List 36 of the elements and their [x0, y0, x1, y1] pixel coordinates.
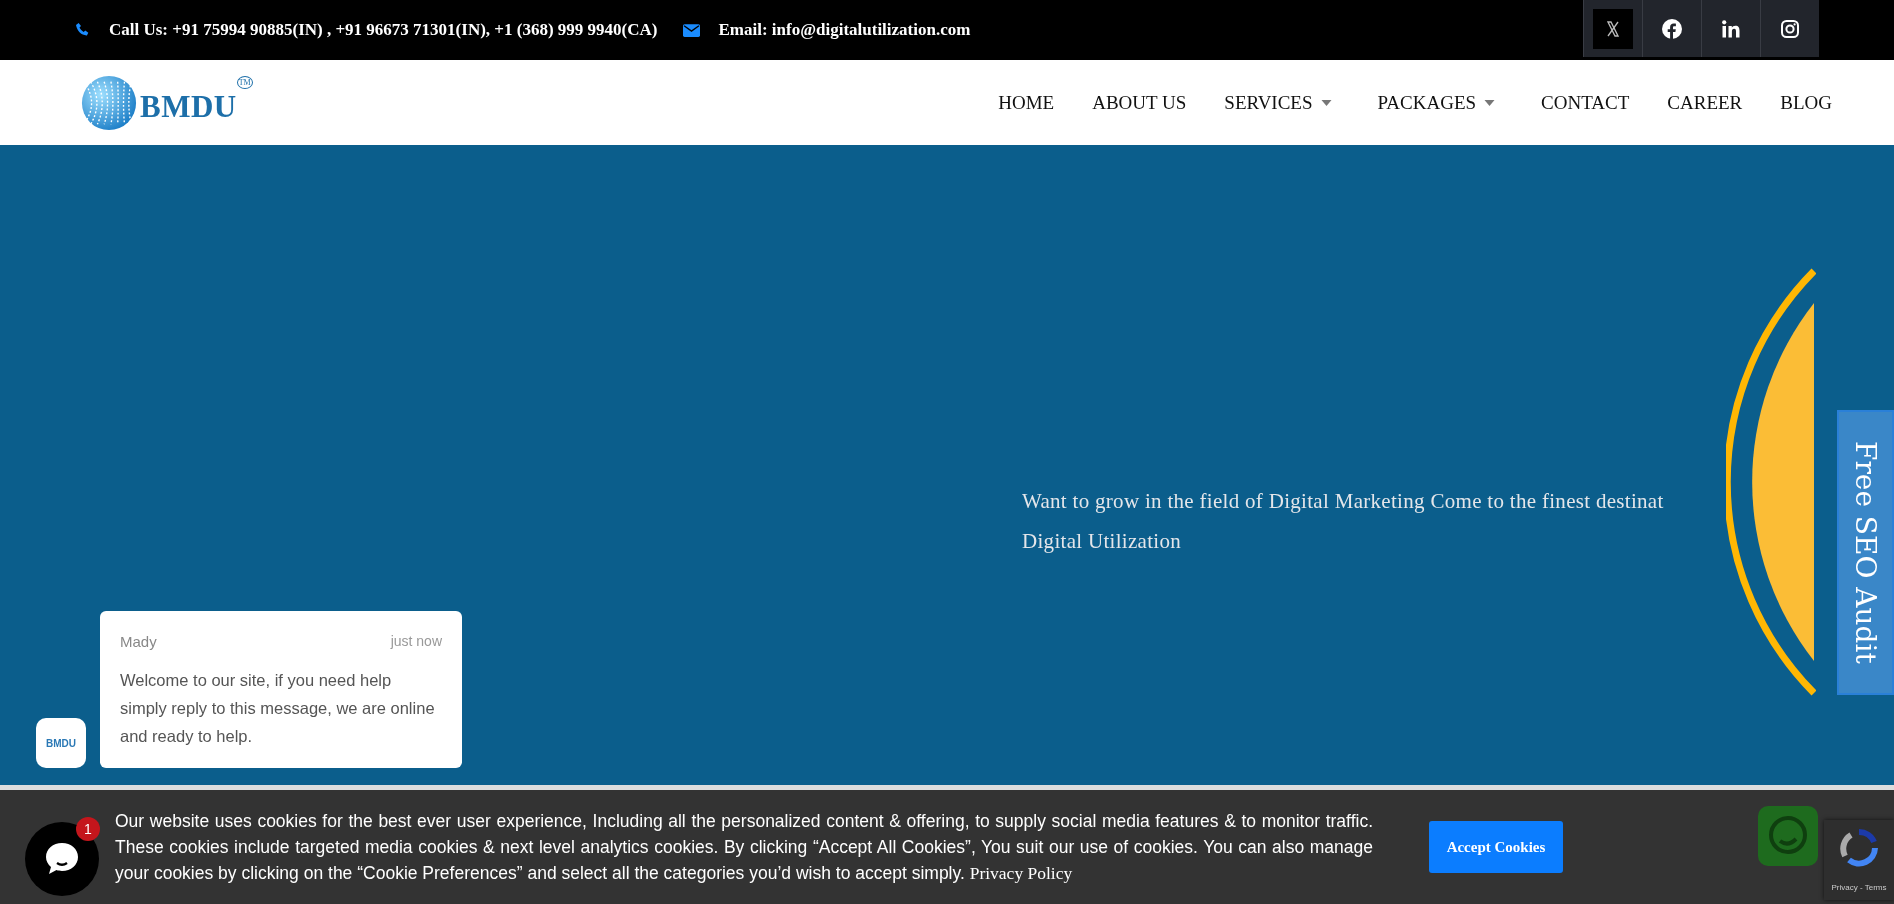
hero-text: Want to grow in the field of Digital Marketing Come to the finest destinat [1022, 488, 1665, 515]
nav-link[interactable]: BLOG [1780, 91, 1832, 114]
facebook-icon [1662, 18, 1682, 39]
nav-link[interactable]: CAREER [1667, 91, 1743, 114]
phone-icon [75, 22, 91, 38]
recaptcha-icon [1839, 827, 1879, 868]
hero-text: Digital Utilization [1022, 528, 1183, 555]
cookie-notice-text: Our website uses cookies for the best ever user experience, Including all the personalized content & offering, to supply social media features & to monitor traffic. These cookies include targeted media cookies & next level analytics cookies. By clicking “Accept All Cookies”, You suit our use of cookies. You can also manage your cookies by clicking on the “Cookie Preferences” and select all the categories you’d wish to accept simply. Privacy Policy [115, 810, 1373, 885]
social-link[interactable] [1701, 0, 1760, 57]
message-time: just now [390, 633, 442, 650]
free-seo-audit-tab[interactable]: Free SEO Audit [1837, 410, 1894, 695]
nav-link[interactable]: SERVICES [1224, 91, 1332, 114]
caret-icon [1484, 99, 1496, 106]
sender-name: Mady [120, 633, 157, 650]
nav-link[interactable]: HOME [998, 91, 1055, 114]
accept-cookies-button[interactable]: Accept Cookies [1429, 821, 1563, 873]
caret-icon [1320, 99, 1332, 106]
chat-message: Welcome to our site, if you need help simply reply to this message, we are online and ready to help. [120, 670, 436, 747]
x-logo-icon [1607, 19, 1619, 38]
unread-badge: 1 [76, 817, 100, 841]
nav-link[interactable]: ABOUT US [1092, 91, 1187, 114]
linkedin-icon [1722, 19, 1740, 38]
chat-bubble-icon [44, 841, 80, 877]
social-link[interactable] [1642, 0, 1701, 57]
globe-icon [80, 73, 138, 132]
recaptcha-links[interactable]: Privacy - Terms [1831, 883, 1887, 893]
nav-link[interactable]: CONTACT [1541, 91, 1630, 114]
privacy-policy-link[interactable]: Privacy Policy [969, 863, 1073, 883]
email-address[interactable]: Email: info@digitalutilization.com [718, 20, 971, 40]
nav-link[interactable]: PACKAGES [1377, 91, 1496, 114]
chat-avatar: BMDU [36, 718, 86, 768]
instagram-icon [1781, 19, 1799, 38]
social-link[interactable] [1760, 0, 1819, 57]
mail-icon [683, 23, 701, 37]
logo-text[interactable]: BMDU [140, 88, 237, 125]
phone-numbers: Call Us: +91 75994 90885(IN) , +91 96673 71301(IN), +1 (368) 999 9940(CA) [109, 20, 658, 40]
